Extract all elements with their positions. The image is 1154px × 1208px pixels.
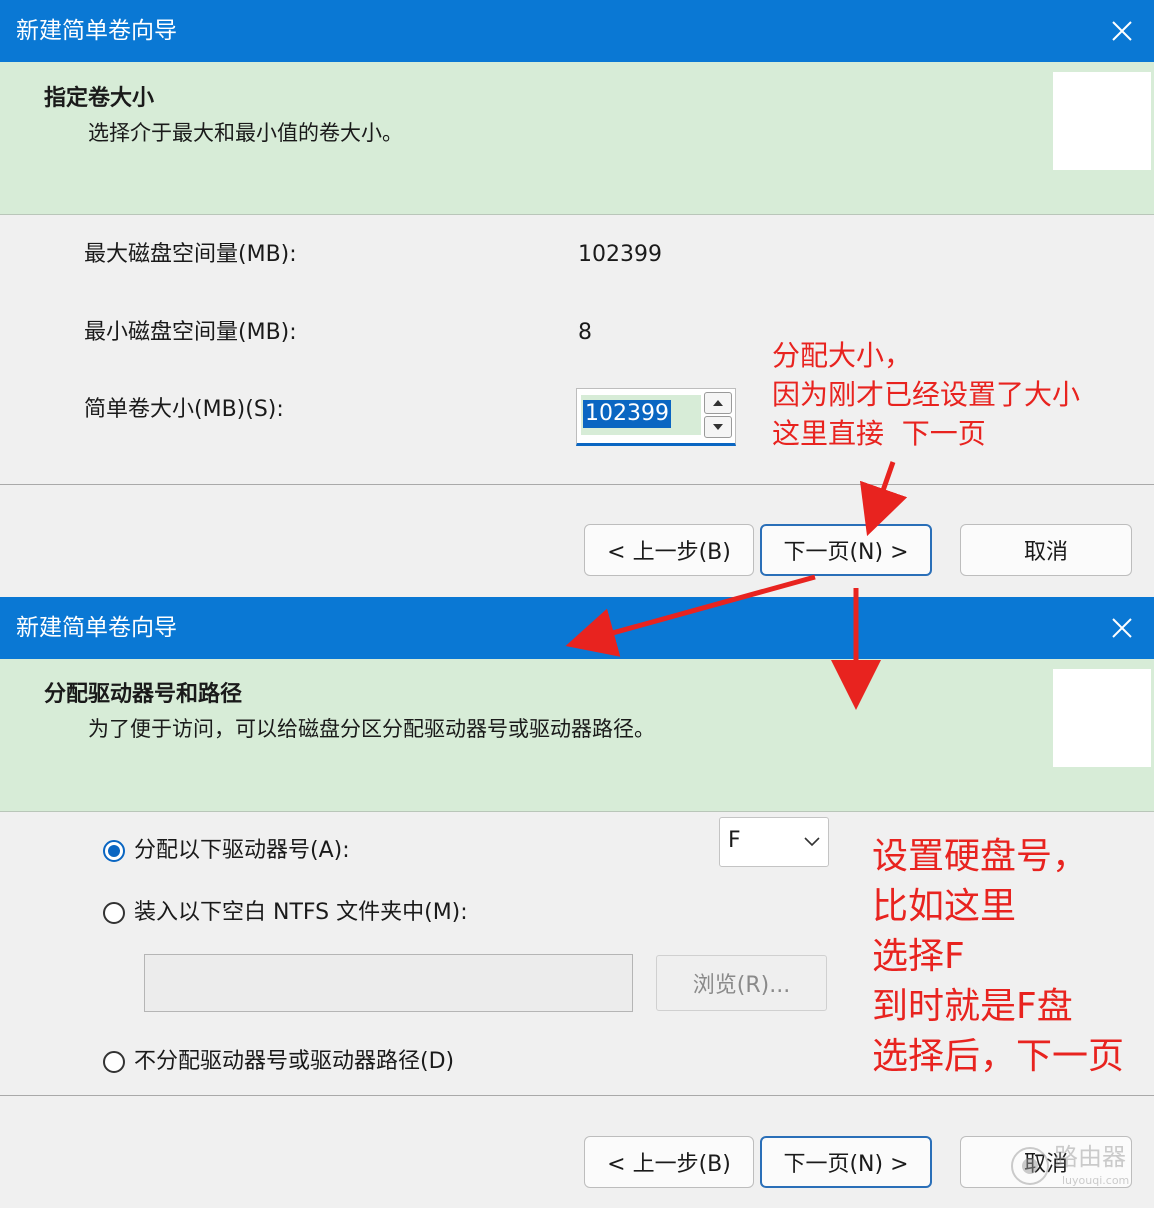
wizard-dialog-volume-size: 新建简单卷向导 指定卷大小 选择介于最大和最小值的卷大小。 最大磁盘空间量(MB… bbox=[0, 0, 1154, 597]
footer-separator bbox=[0, 1095, 1154, 1096]
window-title: 新建简单卷向导 bbox=[16, 18, 177, 44]
no-drive-letter-label[interactable]: 不分配驱动器号或驱动器路径(D) bbox=[134, 1047, 454, 1077]
arrow-up-icon bbox=[713, 400, 723, 406]
router-logo-icon bbox=[1011, 1147, 1049, 1185]
folder-path-input[interactable] bbox=[144, 954, 633, 1012]
browse-button[interactable]: 浏览(R)... bbox=[656, 955, 827, 1011]
assign-drive-letter-label[interactable]: 分配以下驱动器号(A): bbox=[134, 836, 350, 866]
volume-size-value: 102399 bbox=[583, 400, 671, 428]
title-bar: 新建简单卷向导 bbox=[0, 0, 1154, 62]
chevron-down-icon bbox=[804, 837, 820, 847]
back-button[interactable]: < 上一步(B) bbox=[584, 1136, 754, 1188]
mount-ntfs-folder-label[interactable]: 装入以下空白 NTFS 文件夹中(M): bbox=[134, 898, 468, 928]
max-space-value: 102399 bbox=[578, 242, 662, 267]
cancel-button[interactable]: 取消 bbox=[960, 524, 1132, 576]
close-icon bbox=[1112, 618, 1132, 638]
page-title: 指定卷大小 bbox=[44, 86, 155, 111]
watermark-url: luyouqi.com bbox=[1062, 1174, 1130, 1187]
window-title: 新建简单卷向导 bbox=[16, 615, 177, 641]
volume-size-input[interactable]: 102399 bbox=[581, 395, 701, 435]
title-bar: 新建简单卷向导 bbox=[0, 597, 1154, 659]
wizard-header-icon-area bbox=[1053, 669, 1151, 767]
footer-separator bbox=[0, 484, 1154, 485]
close-button[interactable] bbox=[1100, 9, 1144, 53]
wizard-header-icon-area bbox=[1053, 72, 1151, 170]
radio-assign-drive-letter[interactable] bbox=[103, 840, 125, 862]
page-subtitle: 为了便于访问，可以给磁盘分区分配驱动器号或驱动器路径。 bbox=[88, 717, 655, 741]
min-space-value: 8 bbox=[578, 320, 592, 345]
min-space-label: 最小磁盘空间量(MB): bbox=[84, 320, 297, 345]
watermark: 路由器 luyouqi.com bbox=[1010, 1140, 1150, 1200]
drive-letter-value: F bbox=[728, 828, 741, 853]
radio-mount-ntfs-folder[interactable] bbox=[103, 902, 125, 924]
annotation-size-note: 分配大小， 因为刚才已经设置了大小 这里直接 下一页 bbox=[772, 339, 1081, 450]
stepper-down-button[interactable] bbox=[704, 416, 732, 438]
close-icon bbox=[1112, 21, 1132, 41]
radio-no-drive-letter[interactable] bbox=[103, 1051, 125, 1073]
page-title: 分配驱动器号和路径 bbox=[44, 682, 243, 707]
page-subtitle: 选择介于最大和最小值的卷大小。 bbox=[88, 121, 403, 145]
volume-size-stepper[interactable]: 102399 bbox=[576, 388, 736, 446]
drive-letter-select[interactable]: F bbox=[719, 817, 829, 867]
close-button[interactable] bbox=[1100, 606, 1144, 650]
stepper-up-button[interactable] bbox=[704, 392, 732, 414]
back-button[interactable]: < 上一步(B) bbox=[584, 524, 754, 576]
annotation-drive-note: 设置硬盘号， 比如这里 选择F 到时就是F盘 选择后，下一页 bbox=[872, 836, 1125, 1077]
arrow-down-icon bbox=[713, 424, 723, 430]
max-space-label: 最大磁盘空间量(MB): bbox=[84, 242, 297, 267]
next-button[interactable]: 下一页(N) > bbox=[760, 524, 932, 576]
watermark-text: 路由器 bbox=[1054, 1143, 1126, 1171]
volume-size-label: 简单卷大小(MB)(S): bbox=[84, 397, 284, 422]
next-button[interactable]: 下一页(N) > bbox=[760, 1136, 932, 1188]
